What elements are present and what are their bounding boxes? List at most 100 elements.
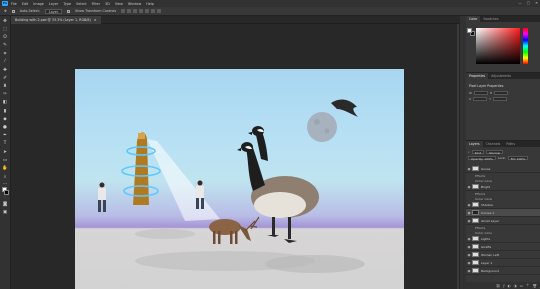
quick-select-tool-icon[interactable]: ✎ (2, 43, 9, 49)
quick-mask-icon[interactable]: ◙ (2, 202, 9, 208)
fill-field[interactable]: Fill: 100% (507, 155, 529, 161)
mask-icon[interactable]: ◐ (508, 284, 511, 288)
kind-filter-dropdown[interactable]: Kind (471, 149, 485, 155)
close-document-icon[interactable]: × (94, 16, 97, 24)
blur-tool-icon[interactable]: ◆ (2, 116, 9, 122)
layer-row[interactable]: ◉ Lights (466, 235, 540, 243)
menu-layer[interactable]: Layer (49, 2, 58, 6)
menu-edit[interactable]: Edit (22, 2, 29, 6)
tab-layers[interactable]: Layers (466, 141, 483, 147)
maximize-button[interactable]: □ (527, 1, 530, 5)
canada-goose (237, 142, 319, 243)
menu-type[interactable]: Type (63, 2, 71, 6)
align-right-icon[interactable] (133, 9, 138, 13)
menu-image[interactable]: Image (33, 2, 44, 6)
eraser-tool-icon[interactable]: ◧ (2, 100, 9, 106)
tab-properties[interactable]: Properties (466, 73, 489, 79)
layers-list: ◉ Goose Effects Outer Glow ◉ Bright Effect… (466, 165, 540, 275)
menu-help[interactable]: Help (146, 2, 154, 6)
layer-name: Layer 1 (481, 260, 493, 265)
vertical-scrollbar[interactable] (457, 24, 459, 289)
auto-select-dropdown[interactable]: Layer (44, 8, 63, 14)
path-select-icon[interactable]: ➤ (2, 149, 9, 155)
lasso-tool-icon[interactable]: ʘ (2, 34, 9, 40)
document-canvas[interactable] (75, 69, 404, 289)
menu-select[interactable]: Select (76, 2, 86, 6)
height-field[interactable] (494, 91, 509, 95)
dodge-tool-icon[interactable]: ● (2, 124, 9, 130)
distribute-icon[interactable] (157, 9, 162, 13)
window-controls: — □ ✕ (518, 1, 538, 5)
adjustment-icon[interactable]: ◑ (514, 284, 517, 288)
layer-row[interactable]: ◉ Bright (466, 183, 540, 191)
tab-swatches[interactable]: Swatches (480, 16, 501, 22)
woman-left (98, 182, 106, 212)
hand-tool-icon[interactable]: ✋ (2, 165, 9, 171)
tab-channels[interactable]: Channels (483, 141, 504, 147)
transform-controls-checkbox[interactable] (67, 9, 71, 13)
y-field[interactable] (492, 97, 507, 101)
layer-row[interactable]: ◉ Ghost Layer (466, 217, 540, 225)
brush-tool-icon[interactable]: ✐ (2, 75, 9, 81)
layer-row[interactable]: ◉ Giraffe (466, 243, 540, 251)
layer-thumbnail (472, 218, 479, 223)
pen-tool-icon[interactable]: ✒ (2, 133, 9, 139)
screen-mode-icon[interactable]: ▣ (2, 210, 9, 216)
trash-icon[interactable]: 🗑 (533, 284, 537, 288)
crop-tool-icon[interactable]: ⌗ (2, 51, 9, 57)
flying-orca (331, 99, 358, 117)
layer-thumbnail (472, 184, 479, 189)
layer-row[interactable]: ◉ Woman Left (466, 251, 540, 259)
menu-window[interactable]: Window (128, 2, 141, 6)
blend-mode-dropdown[interactable]: Normal (486, 149, 504, 155)
menu-file[interactable]: File (11, 2, 17, 6)
color-field[interactable] (476, 28, 520, 64)
close-button[interactable]: ✕ (535, 1, 538, 5)
light-beam (147, 139, 220, 221)
type-tool-icon[interactable]: T (2, 141, 9, 147)
marquee-tool-icon[interactable]: ⬚ (2, 26, 9, 32)
effect-name: Effects (475, 173, 486, 178)
menu-filter[interactable]: Filter (92, 2, 100, 6)
opacity-field[interactable]: Opacity: 100% (468, 155, 496, 161)
healing-tool-icon[interactable]: ✚ (2, 67, 9, 73)
fg-color-chip[interactable] (467, 28, 472, 33)
width-field[interactable] (473, 91, 488, 95)
gradient-tool-icon[interactable]: ▮ (2, 108, 9, 114)
fx-icon[interactable]: ƒ (503, 284, 504, 288)
layer-thumbnail (472, 210, 479, 215)
layer-row[interactable]: ◉ Goose (466, 165, 540, 173)
move-tool-icon[interactable]: ✥ (2, 18, 9, 24)
hue-slider[interactable] (523, 28, 528, 64)
align-bottom-icon[interactable] (151, 9, 156, 13)
tab-adjustments[interactable]: Adjustments (488, 73, 514, 79)
document-tab[interactable]: Building with 2.psd @ 33.3% (Layer 1, RG… (11, 16, 101, 24)
auto-select-checkbox[interactable] (11, 9, 15, 13)
history-brush-icon[interactable]: ✑ (2, 92, 9, 98)
menu-view[interactable]: View (115, 2, 123, 6)
align-top-icon[interactable] (139, 9, 144, 13)
eyedropper-tool-icon[interactable]: ⁄ (2, 59, 9, 65)
properties-panel: Properties Adjustments Pixel Layer Prope… (466, 72, 540, 140)
minimize-button[interactable]: — (518, 1, 522, 5)
align-center-icon[interactable] (127, 9, 132, 13)
tab-paths[interactable]: Paths (503, 141, 518, 147)
layer-row[interactable]: ◉ Shadow (466, 201, 540, 209)
shape-tool-icon[interactable]: ▭ (2, 157, 9, 163)
folder-icon[interactable]: ▭ (520, 284, 523, 288)
layer-row-selected[interactable]: ◉ Curves 1 (466, 209, 540, 217)
x-field[interactable] (473, 97, 488, 101)
background-color-swatch[interactable] (4, 190, 9, 195)
align-left-icon[interactable] (121, 9, 126, 13)
effect-name: Effects (475, 191, 486, 196)
tab-color[interactable]: Color (466, 16, 481, 22)
layer-row[interactable]: ◉ Layer 1 (466, 259, 540, 267)
menu-3d[interactable]: 3D (105, 2, 110, 6)
zoom-tool-icon[interactable]: ⌕ (2, 174, 9, 180)
new-layer-icon[interactable]: ＋ (526, 283, 530, 288)
link-icon[interactable]: ⛓ (496, 284, 500, 288)
options-bar: ✥ Auto-Select: Layer Show Transform Cont… (0, 7, 540, 16)
align-middle-icon[interactable] (145, 9, 150, 13)
stamp-tool-icon[interactable]: ♜ (2, 84, 9, 90)
layer-row[interactable]: ◉ Background (466, 267, 540, 275)
